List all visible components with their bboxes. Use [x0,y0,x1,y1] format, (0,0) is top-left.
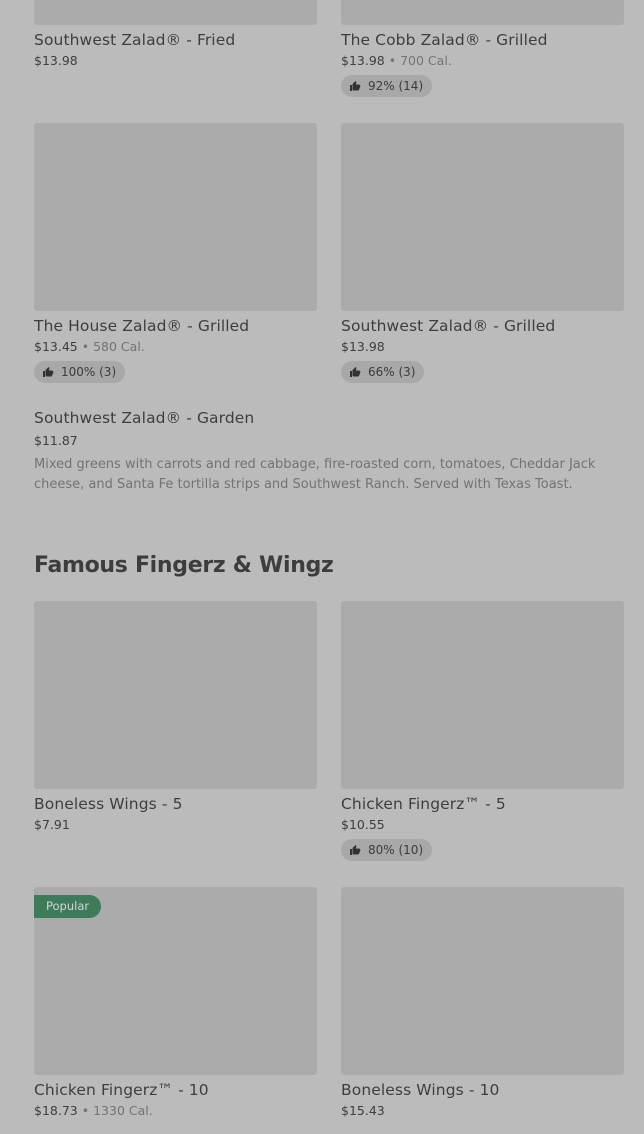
menu-item-card[interactable]: Popular Chicken Fingerz™ - 10 $18.73 • 1… [34,887,317,1119]
rating-text: 100% (3) [61,365,117,379]
rating-pill: 80% (10) [341,839,433,861]
item-price-line: $11.87 [34,433,624,449]
item-price: $13.98 [341,339,385,354]
rating-pill: 66% (3) [341,361,425,383]
item-name: Southwest Zalad® - Garden [34,409,255,427]
item-price-line: $7.91 [34,817,317,833]
item-price: $15.43 [341,1103,385,1118]
item-name: The House Zalad® - Grilled [34,317,250,335]
item-price-line: $15.43 [341,1103,624,1119]
menu-item-card[interactable]: Southwest Zalad® - Grilled $13.98 66% (3… [341,123,624,383]
menu-item-card[interactable]: Southwest Zalad® - Garden $11.87 Mixed g… [34,408,624,495]
item-price-line: $13.98 [341,339,624,355]
item-price: $7.91 [34,817,70,832]
item-price: $18.73 [34,1103,78,1118]
item-price-line: $18.73 • 1330 Cal. [34,1103,317,1119]
item-price: $11.87 [34,433,78,448]
item-image [341,123,624,311]
item-price-line: $13.98 [34,53,317,69]
rating-text: 92% (14) [368,79,424,93]
item-calories: 580 Cal. [93,339,145,354]
item-price: $13.45 [34,339,78,354]
item-description: Mixed greens with carrots and red cabbag… [34,457,596,492]
thumbs-up-icon [350,81,361,91]
menu-item-card[interactable]: Chicken Fingerz™ - 5 $10.55 80% (10) [341,601,624,861]
item-image [34,0,317,25]
item-name: Southwest Zalad® - Grilled [341,317,556,335]
rating-text: 80% (10) [368,843,424,857]
menu-item-card[interactable]: The House Zalad® - Grilled $13.45 • 580 … [34,123,317,383]
item-price: $10.55 [341,817,385,832]
thumbs-up-icon [43,367,54,377]
item-calories: 1330 Cal. [93,1103,153,1118]
item-name: Chicken Fingerz™ - 10 [34,1081,209,1099]
menu-item-card[interactable]: Boneless Wings - 10 $15.43 [341,887,624,1119]
item-image [34,601,317,789]
separator-dot: • [81,1103,90,1118]
separator-dot: • [388,53,397,68]
thumbs-up-icon [350,367,361,377]
popular-badge: Popular [34,895,102,918]
item-name: The Cobb Zalad® - Grilled [341,31,548,49]
rating-pill: 100% (3) [34,361,126,383]
item-calories: 700 Cal. [400,53,452,68]
item-price: $13.98 [341,53,385,68]
menu-item-card[interactable]: The Cobb Zalad® - Grilled $13.98 • 700 C… [341,0,624,97]
item-image [341,0,624,25]
item-name: Boneless Wings - 10 [341,1081,500,1099]
item-image [341,887,624,1075]
item-price-line: $13.98 • 700 Cal. [341,53,624,69]
item-name: Boneless Wings - 5 [34,795,183,813]
thumbs-up-icon [350,845,361,855]
menu-item-card[interactable]: Boneless Wings - 5 $7.91 [34,601,317,833]
separator-dot: • [81,339,90,354]
rating-pill: 92% (14) [341,75,433,97]
rating-text: 66% (3) [368,365,416,379]
item-name: Southwest Zalad® - Fried [34,31,236,49]
section-title: Famous Fingerz & Wingz [34,553,334,578]
item-image: Popular [34,887,317,1075]
item-price: $13.98 [34,53,78,68]
item-price-line: $10.55 [341,817,624,833]
item-name: Chicken Fingerz™ - 5 [341,795,506,813]
item-image [341,601,624,789]
item-image [34,123,317,311]
item-price-line: $13.45 • 580 Cal. [34,339,317,355]
menu-item-card[interactable]: Southwest Zalad® - Fried $13.98 [34,0,317,69]
